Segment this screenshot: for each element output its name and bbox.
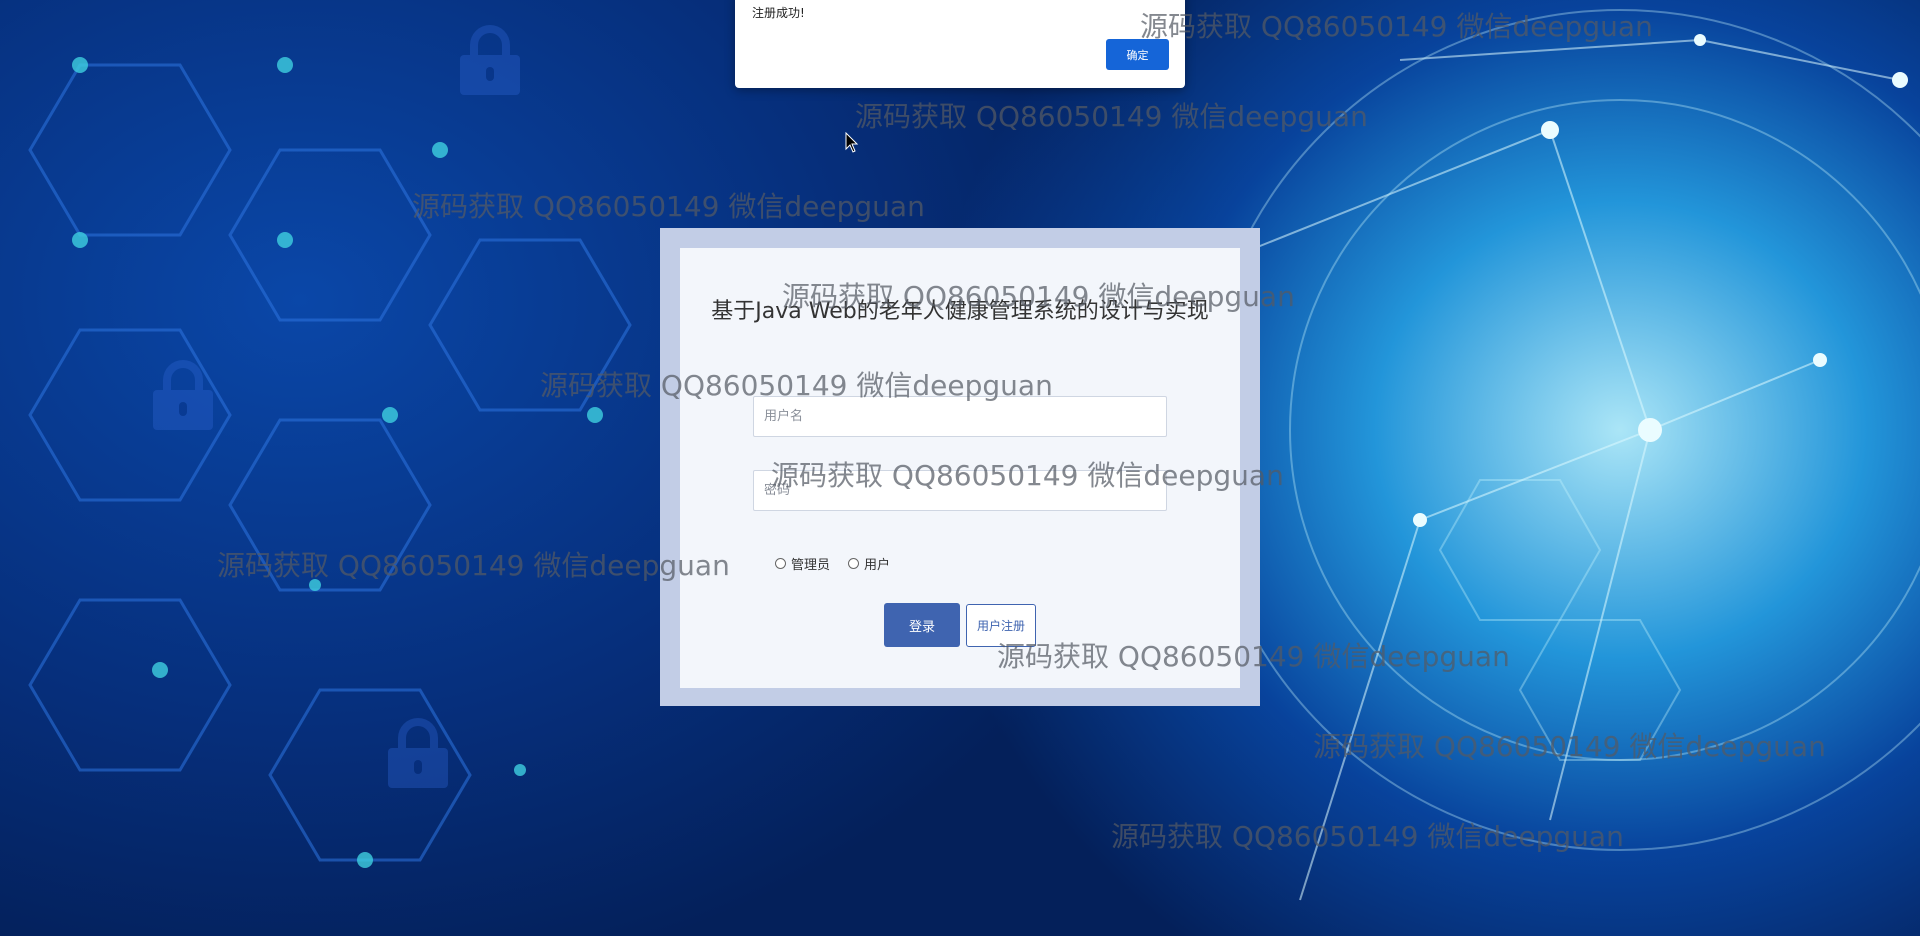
role-user-option[interactable]: 用户 [848,554,890,573]
system-title: 基于Java Web的老年人健康管理系统的设计与实现 [711,299,1209,324]
role-admin-label: 管理员 [791,558,831,573]
login-button[interactable]: 登录 [884,603,960,647]
password-input[interactable] [754,471,1166,510]
role-selector: 管理员 用户 [775,554,908,573]
register-button[interactable]: 用户注册 [966,604,1036,647]
alert-message: 注册成功! [752,6,805,20]
padlock-icon [460,25,520,95]
alert-dialog: 注册成功! 确定 [735,0,1185,88]
login-card: 基于Java Web的老年人健康管理系统的设计与实现 管理员 用户 登录 用户注… [680,248,1240,688]
padlock-icon [153,360,213,430]
role-admin-option[interactable]: 管理员 [775,554,830,573]
role-user-label: 用户 [864,558,891,573]
alert-ok-button[interactable]: 确定 [1106,39,1169,70]
username-field[interactable] [753,396,1167,437]
padlock-icon [388,718,448,788]
radio-user[interactable] [848,558,860,569]
mouse-cursor-icon [845,132,859,153]
radio-admin[interactable] [775,558,786,569]
password-field[interactable] [753,470,1167,511]
login-panel: 基于Java Web的老年人健康管理系统的设计与实现 管理员 用户 登录 用户注… [660,228,1260,706]
username-input[interactable] [754,397,1166,436]
